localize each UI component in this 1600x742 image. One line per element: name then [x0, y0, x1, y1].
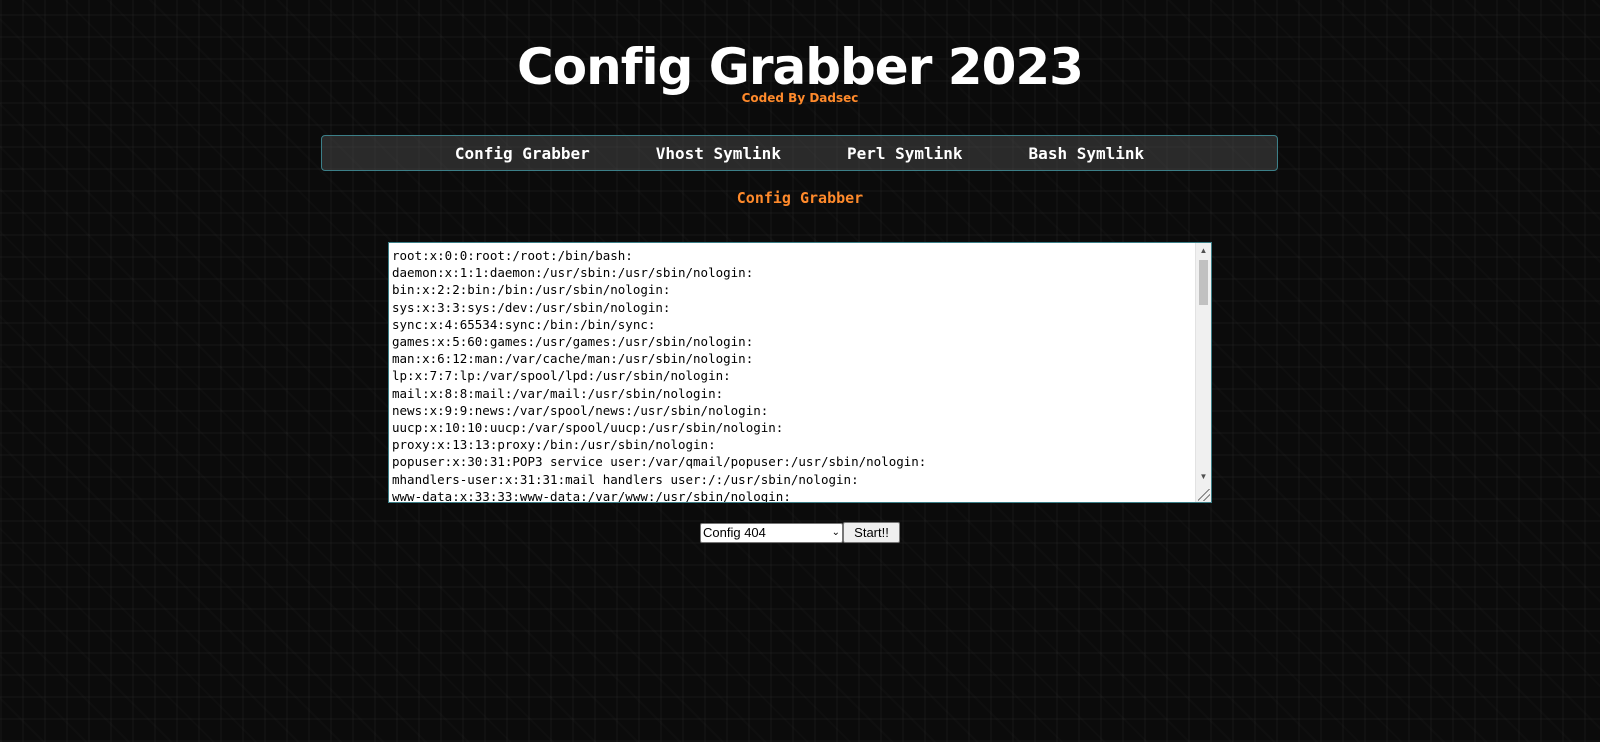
page: { "header": { "title": "Config Grabber 2…: [0, 0, 1600, 742]
config-select-value: Config 404: [703, 525, 766, 540]
nav-bar: Config Grabber Vhost Symlink Perl Symlin…: [321, 135, 1278, 171]
section-title: Config Grabber: [736, 189, 864, 207]
controls: Config 404 ⌄ Start!!: [700, 522, 900, 543]
config-select[interactable]: Config 404 ⌄: [700, 522, 843, 543]
start-button[interactable]: Start!!: [843, 522, 900, 543]
chevron-down-icon: ⌄: [831, 527, 840, 538]
vertical-scrollbar[interactable]: ▲ ▼: [1195, 243, 1211, 502]
resize-handle-icon[interactable]: [1198, 489, 1210, 501]
header: Config Grabber 2023 Coded By Dadsec: [0, 38, 1600, 106]
scroll-down-icon[interactable]: ▼: [1196, 470, 1211, 484]
output-textarea[interactable]: root:x:0:0:root:/root:/bin/bash: daemon:…: [388, 242, 1212, 503]
output-text: root:x:0:0:root:/root:/bin/bash: daemon:…: [392, 248, 927, 503]
page-subtitle: Coded By Dadsec: [741, 91, 859, 105]
nav-item-perl-symlink[interactable]: Perl Symlink: [847, 144, 963, 163]
page-title: Config Grabber 2023: [517, 38, 1084, 96]
nav-item-bash-symlink[interactable]: Bash Symlink: [1029, 144, 1145, 163]
nav-item-config-grabber[interactable]: Config Grabber: [455, 144, 590, 163]
nav-item-vhost-symlink[interactable]: Vhost Symlink: [656, 144, 781, 163]
scrollbar-thumb[interactable]: [1199, 260, 1208, 305]
scroll-up-icon[interactable]: ▲: [1196, 244, 1211, 258]
